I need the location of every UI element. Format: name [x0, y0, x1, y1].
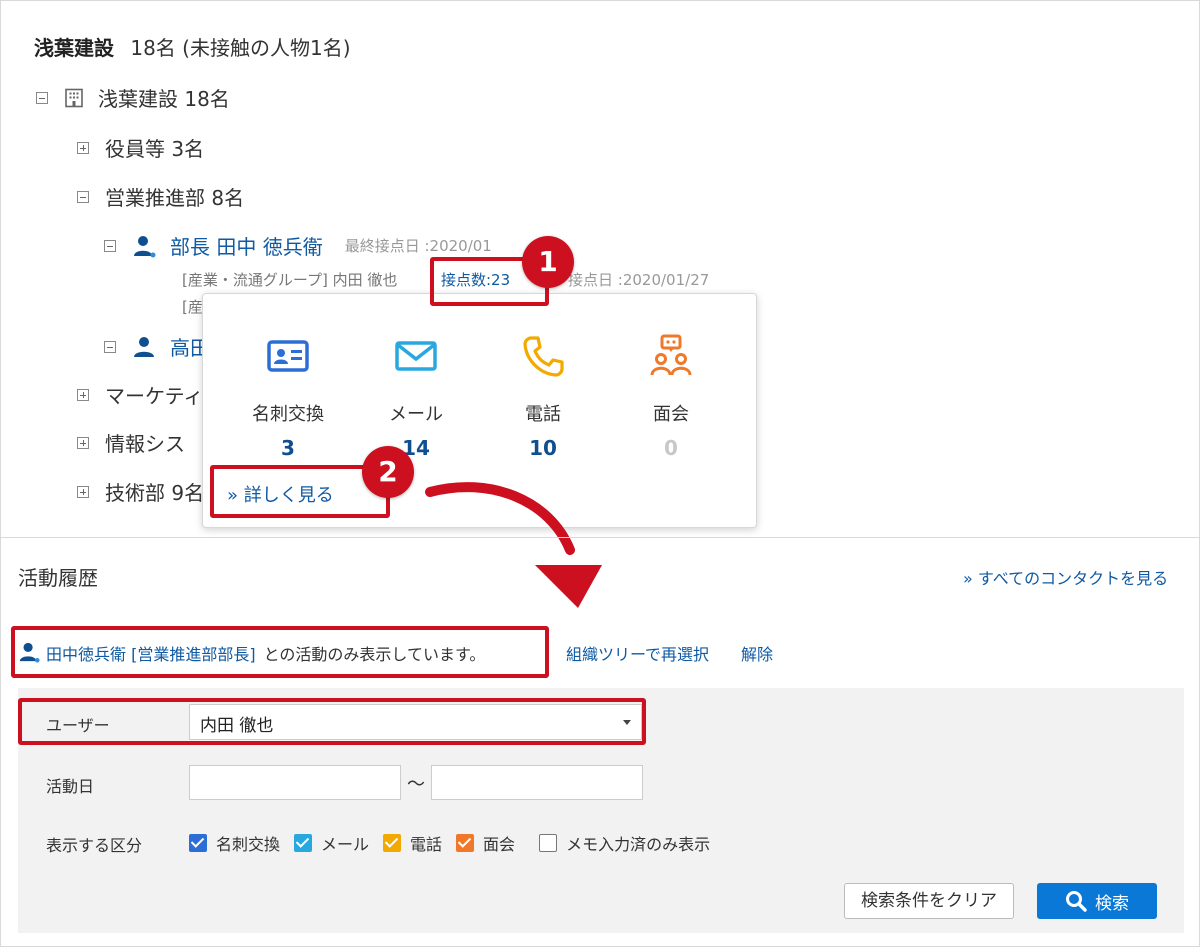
phone-icon — [523, 336, 564, 377]
collapse-toggle-icon[interactable] — [104, 239, 116, 252]
company-name: 浅葉建設 — [34, 36, 114, 60]
building-icon — [65, 88, 83, 107]
tree-node-officers[interactable]: 役員等 3名 — [77, 133, 204, 162]
checkbox-label: メモ入力済のみ表示 — [566, 835, 711, 854]
person-icon — [134, 235, 156, 257]
activity-title: 活動履歴 — [18, 566, 98, 590]
expand-toggle-icon[interactable] — [77, 388, 89, 401]
filter-status: 田中徳兵衛 [営業推進部部長] との活動のみ表示しています。 — [46, 641, 485, 665]
reselect-in-tree-link[interactable]: 組織ツリーで再選択 — [566, 641, 709, 665]
collapse-toggle-icon[interactable] — [104, 340, 116, 353]
checkbox-label: 名刺交換 — [216, 835, 281, 854]
person-name-link[interactable]: 部長 田中 徳兵衛 — [170, 231, 323, 260]
tree-node-sales[interactable]: 営業推進部 8名 — [77, 182, 244, 211]
stat-value: 10 — [529, 436, 557, 460]
clear-filter-link[interactable]: 解除 — [741, 641, 773, 665]
section-divider — [0, 537, 1200, 538]
tree-node-label: 浅葉建設 18名 — [98, 87, 230, 111]
tree-node-label: 役員等 3名 — [105, 137, 205, 161]
expand-toggle-icon[interactable] — [77, 485, 89, 498]
checkbox-label: メール — [321, 835, 370, 854]
company-header: 浅葉建設 18名 (未接触の人物1名) — [34, 32, 351, 61]
tree-node-infosys[interactable]: 情報シス — [77, 428, 185, 457]
checkbox-checked-icon[interactable] — [189, 834, 207, 852]
person-icon — [19, 642, 40, 663]
checkbox-business-card[interactable]: 名刺交換 — [189, 831, 280, 855]
checkbox-memo-only[interactable]: メモ入力済のみ表示 — [539, 831, 710, 855]
mail-icon — [395, 341, 437, 371]
callout-badge-2: 2 — [362, 446, 414, 498]
tree-node-label: 情報シス — [105, 432, 185, 456]
tree-node-label: マーケティ — [105, 384, 204, 408]
search-button[interactable]: 検索 — [1037, 883, 1157, 919]
callout-box-user — [18, 698, 646, 745]
clear-conditions-button[interactable]: 検索条件をクリア — [844, 883, 1014, 919]
checkbox-mail[interactable]: メール — [294, 831, 369, 855]
tree-node-label: 技術部 9名 — [105, 481, 205, 505]
tree-node-root[interactable]: 浅葉建設 18名 — [36, 83, 230, 112]
category-checkboxes: 名刺交換 メール 電話 面会 メモ入力済のみ表示 — [189, 831, 724, 855]
arrow-icon — [425, 482, 602, 608]
stat-label: 名刺交換 — [252, 404, 324, 425]
stat-label: 面会 — [653, 404, 689, 425]
tree-node-label: 営業推進部 8名 — [105, 186, 245, 210]
stat-phone[interactable]: 電話 10 — [488, 334, 598, 460]
date-label: 活動日 — [46, 777, 95, 796]
stat-label: 電話 — [525, 404, 561, 425]
expand-toggle-icon[interactable] — [77, 436, 89, 449]
filter-suffix: との活動のみ表示しています。 — [263, 645, 486, 664]
person-dept-line: [産業・流通グループ] 内田 徹也 — [182, 271, 398, 289]
callout-badge-1: 1 — [522, 236, 574, 288]
tree-person-tanaka[interactable]: 部長 田中 徳兵衛 最終接点日 :2020/01 — [104, 231, 492, 260]
checkbox-label: 電話 — [410, 835, 443, 854]
last-contact-date-2: 接点日 :2020/01/27 — [568, 271, 710, 289]
stat-value: 3 — [281, 436, 295, 460]
collapse-toggle-icon[interactable] — [36, 91, 48, 104]
tree-node-tech[interactable]: 技術部 9名 — [77, 477, 204, 506]
checkbox-unchecked-icon[interactable] — [539, 834, 558, 852]
stat-label: メール — [389, 404, 443, 425]
date-to-input[interactable] — [431, 765, 643, 800]
business-card-icon — [267, 340, 309, 372]
checkbox-checked-icon[interactable] — [294, 834, 313, 852]
last-contact-date: 最終接点日 :2020/01 — [344, 237, 492, 255]
person-icon — [134, 336, 154, 357]
date-from-input[interactable] — [189, 765, 401, 800]
stat-mail[interactable]: メール 14 — [361, 334, 471, 460]
stat-business-card[interactable]: 名刺交換 3 — [233, 334, 343, 460]
expand-toggle-icon[interactable] — [77, 141, 89, 154]
category-label: 表示する区分 — [46, 836, 143, 855]
filter-person-link[interactable]: 田中徳兵衛 [営業推進部部長] — [46, 645, 256, 664]
checkbox-label: 面会 — [483, 835, 516, 854]
meeting-icon — [650, 334, 692, 376]
checkbox-checked-icon[interactable] — [383, 834, 402, 852]
tree-person-takada[interactable]: 高田 — [104, 332, 210, 361]
company-count: 18名 (未接触の人物1名) — [130, 36, 351, 60]
date-separator: 〜 — [407, 774, 425, 795]
search-icon — [1066, 891, 1087, 912]
collapse-toggle-icon[interactable] — [77, 190, 89, 203]
stat-meeting[interactable]: 面会 0 — [616, 334, 726, 460]
see-all-contacts-link[interactable]: » すべてのコンタクトを見る — [963, 565, 1168, 589]
checkbox-checked-icon[interactable] — [456, 834, 475, 852]
checkbox-meeting[interactable]: 面会 — [456, 831, 515, 855]
stat-value: 0 — [664, 436, 678, 460]
search-button-label: 検索 — [1095, 893, 1129, 914]
checkbox-phone[interactable]: 電話 — [383, 831, 442, 855]
person-dept-line-2: [産 — [182, 298, 203, 316]
tree-node-marketing[interactable]: マーケティ — [77, 380, 203, 409]
